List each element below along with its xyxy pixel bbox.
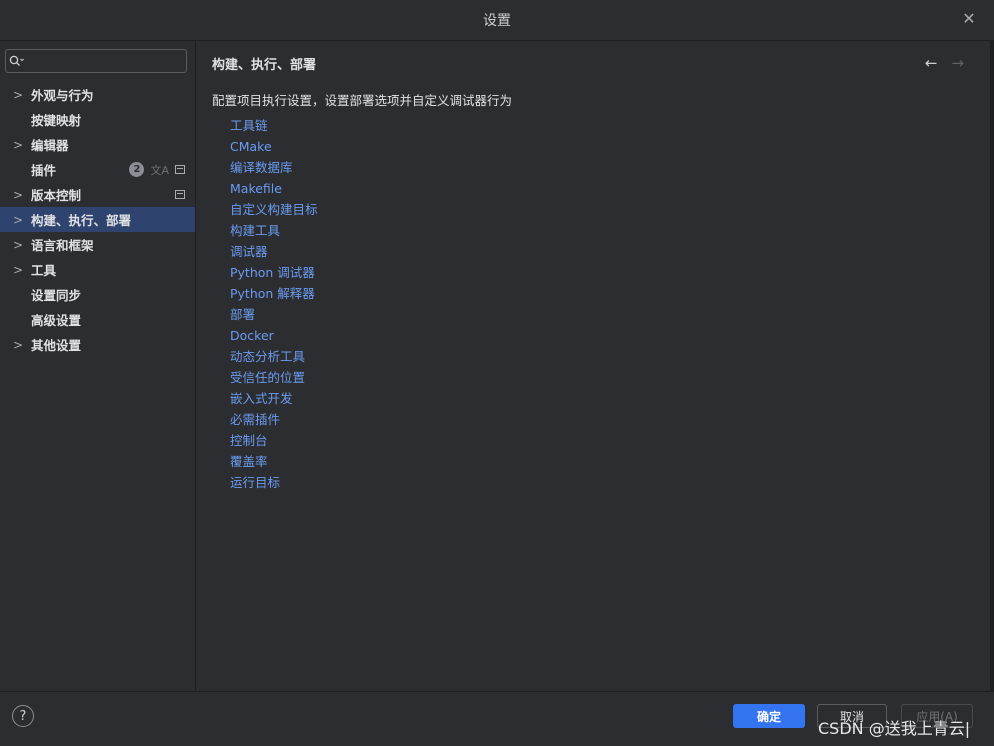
sidebar-item-other-settings[interactable]: > 其他设置 [0, 332, 195, 357]
sidebar-item-plugins[interactable]: 插件 2 文A [0, 157, 195, 182]
search-box[interactable] [5, 49, 187, 73]
link-embedded-development[interactable]: 嵌入式开发 [230, 388, 318, 409]
link-cmake[interactable]: CMake [230, 136, 318, 157]
window-edge [990, 41, 994, 691]
link-toolchains[interactable]: 工具链 [230, 115, 318, 136]
sidebar-item-label: 其他设置 [31, 338, 82, 353]
title-bar: 设置 ✕ [0, 0, 994, 41]
sidebar-item-label: 工具 [31, 263, 57, 278]
chevron-right-icon[interactable]: > [11, 88, 25, 102]
sidebar-item-label: 版本控制 [31, 188, 82, 203]
link-required-plugins[interactable]: 必需插件 [230, 409, 318, 430]
chevron-right-icon[interactable]: > [11, 238, 25, 252]
sidebar-item-label: 设置同步 [31, 288, 82, 303]
search-input[interactable] [28, 51, 186, 71]
link-debugger[interactable]: 调试器 [230, 241, 318, 262]
link-deployment[interactable]: 部署 [230, 304, 318, 325]
help-icon[interactable]: ? [12, 705, 34, 727]
close-icon[interactable]: ✕ [960, 10, 978, 28]
project-settings-icon [175, 190, 185, 199]
chevron-right-icon[interactable]: > [11, 263, 25, 277]
sidebar-item-editor[interactable]: > 编辑器 [0, 132, 195, 157]
link-run-targets[interactable]: 运行目标 [230, 472, 318, 493]
search-icon [6, 51, 28, 71]
sidebar-item-appearance[interactable]: > 外观与行为 [0, 82, 195, 107]
chevron-right-icon[interactable]: > [11, 213, 25, 227]
page-title: 构建、执行、部署 [212, 58, 317, 73]
window-title: 设置 [483, 13, 511, 29]
link-coverage[interactable]: 覆盖率 [230, 451, 318, 472]
sidebar-item-label: 外观与行为 [31, 88, 94, 103]
link-build-tools[interactable]: 构建工具 [230, 220, 318, 241]
sidebar-item-build-execution-deployment[interactable]: > 构建、执行、部署 [0, 207, 195, 232]
sidebar-item-keymap[interactable]: 按键映射 [0, 107, 195, 132]
watermark: CSDN @送我上青云| [818, 719, 971, 738]
link-console[interactable]: 控制台 [230, 430, 318, 451]
sidebar-item-label: 编辑器 [31, 138, 69, 153]
settings-tree: > 外观与行为 按键映射 > 编辑器 插件 2 文A > 版本控制 > 构建、执… [0, 82, 195, 357]
link-compilation-database[interactable]: 编译数据库 [230, 157, 318, 178]
sidebar-item-tools[interactable]: > 工具 [0, 257, 195, 282]
link-trusted-locations[interactable]: 受信任的位置 [230, 367, 318, 388]
sidebar-item-languages-frameworks[interactable]: > 语言和框架 [0, 232, 195, 257]
link-python-debugger[interactable]: Python 调试器 [230, 262, 318, 283]
page-description: 配置项目执行设置，设置部署选项并自定义调试器行为 [212, 93, 513, 108]
link-makefile[interactable]: Makefile [230, 178, 318, 199]
subpage-links: 工具链 CMake 编译数据库 Makefile 自定义构建目标 构建工具 调试… [230, 115, 318, 493]
project-settings-icon [175, 165, 185, 174]
ok-button[interactable]: 确定 [733, 704, 805, 728]
sidebar-item-settings-sync[interactable]: 设置同步 [0, 282, 195, 307]
sidebar-item-vcs[interactable]: > 版本控制 [0, 182, 195, 207]
sidebar: > 外观与行为 按键映射 > 编辑器 插件 2 文A > 版本控制 > 构建、执… [0, 41, 196, 691]
back-arrow-icon[interactable]: ← [925, 54, 938, 72]
sidebar-item-label: 高级设置 [31, 313, 82, 328]
sidebar-item-label: 按键映射 [31, 113, 82, 128]
link-python-interpreter[interactable]: Python 解释器 [230, 283, 318, 304]
chevron-right-icon[interactable]: > [11, 188, 25, 202]
update-count-badge: 2 [129, 162, 145, 177]
sidebar-item-label: 插件 [31, 163, 57, 178]
link-custom-build-targets[interactable]: 自定义构建目标 [230, 199, 318, 220]
sidebar-item-label: 语言和框架 [31, 238, 94, 253]
link-dynamic-analysis-tools[interactable]: 动态分析工具 [230, 346, 318, 367]
link-docker[interactable]: Docker [230, 325, 318, 346]
translate-icon: 文A [150, 163, 169, 177]
sidebar-item-label: 构建、执行、部署 [31, 213, 132, 228]
chevron-right-icon[interactable]: > [11, 138, 25, 152]
chevron-right-icon[interactable]: > [11, 338, 25, 352]
forward-arrow-icon[interactable]: → [951, 54, 964, 72]
settings-content: 构建、执行、部署 ← → 配置项目执行设置，设置部署选项并自定义调试器行为 工具… [196, 41, 994, 691]
sidebar-item-advanced-settings[interactable]: 高级设置 [0, 307, 195, 332]
